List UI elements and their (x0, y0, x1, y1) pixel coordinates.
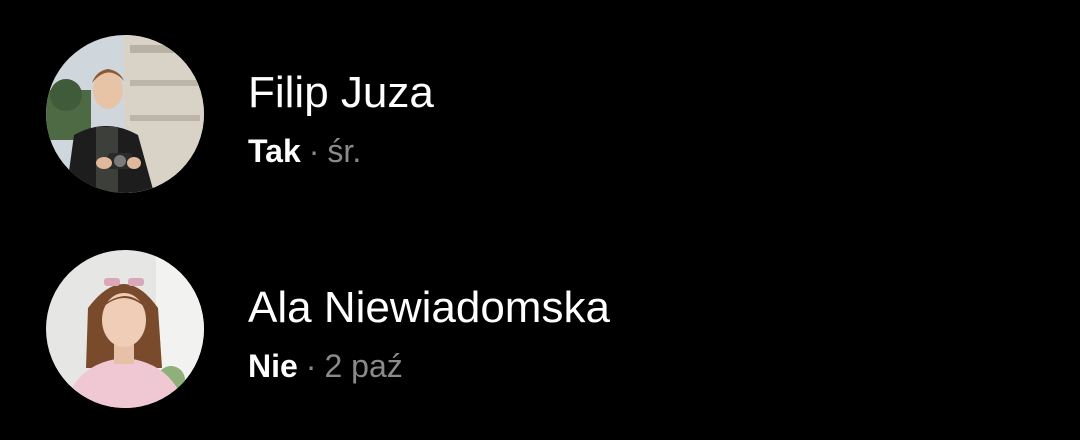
avatar-photo-icon (46, 250, 204, 408)
list-item[interactable]: Ala Niewiadomska Nie · 2 paź (0, 230, 1080, 430)
separator-dot: · (305, 348, 317, 384)
rsvp-status: Nie (248, 348, 298, 384)
list-item[interactable]: Filip Juza Tak · śr. (0, 15, 1080, 215)
avatar[interactable] (46, 250, 204, 408)
separator-dot: · (308, 133, 320, 169)
person-name: Ala Niewiadomska (248, 283, 610, 332)
timestamp: 2 paź (324, 348, 403, 384)
avatar[interactable] (46, 35, 204, 193)
reaction-meta: Nie · 2 paź (248, 346, 403, 386)
avatar-photo-icon (46, 35, 204, 193)
person-name: Filip Juza (248, 68, 434, 117)
rsvp-status: Tak (248, 133, 301, 169)
reaction-meta: Tak · śr. (248, 131, 361, 171)
reaction-list: Filip Juza Tak · śr. Ala Niewiadomska Ni… (0, 0, 1080, 440)
timestamp: śr. (327, 133, 362, 169)
